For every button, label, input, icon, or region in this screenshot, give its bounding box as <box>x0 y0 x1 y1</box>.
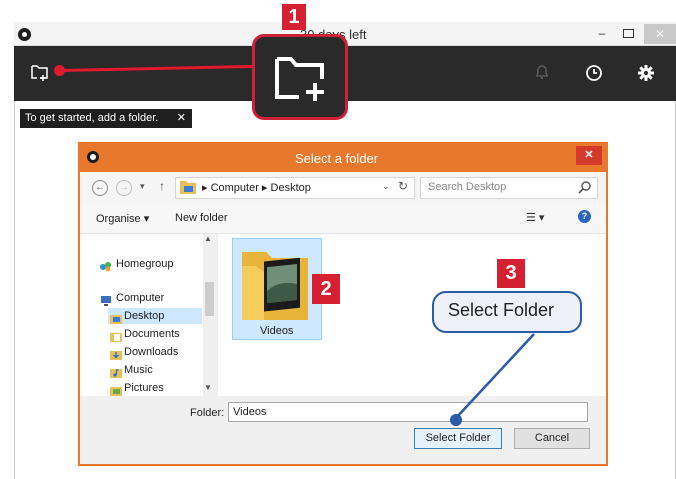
close-button[interactable]: ✕ <box>644 24 676 44</box>
gear-icon[interactable] <box>635 62 657 84</box>
select-folder-callout-text: Select Folder <box>448 300 555 320</box>
folder-icon[interactable] <box>240 246 312 329</box>
nav-scroll-up-button[interactable]: ▲ <box>204 234 212 243</box>
sidebar-item-downloads[interactable]: Downloads <box>124 346 178 358</box>
screenshot-stage: 30 days left – ✕ 1 To get started, add a… <box>0 0 676 479</box>
back-button[interactable]: ← <box>92 180 108 196</box>
sidebar-item-computer[interactable]: Computer <box>116 292 164 304</box>
address-dropdown-button[interactable]: ⌄ <box>382 181 390 192</box>
select-folder-button[interactable]: Select Folder <box>414 428 502 449</box>
dialog-logo-icon <box>87 151 99 163</box>
address-path: ▸ Computer ▸ Desktop <box>202 182 311 194</box>
music-icon <box>110 365 122 378</box>
sidebar-item-homegroup[interactable]: Homegroup <box>116 258 173 270</box>
view-options-button[interactable]: ☰ ▾ <box>526 211 544 224</box>
tooltip-text: To get started, add a folder. <box>25 112 159 124</box>
search-placeholder: Search Desktop <box>428 181 507 193</box>
sidebar-item-desktop[interactable]: Desktop <box>124 310 164 322</box>
sidebar-item-documents[interactable]: Documents <box>124 328 180 340</box>
computer-icon <box>100 293 111 306</box>
add-folder-icon[interactable] <box>30 62 50 82</box>
homegroup-icon <box>100 259 111 272</box>
history-icon[interactable] <box>583 62 605 84</box>
step-badge-2: 2 <box>312 274 340 304</box>
step-badge-3: 3 <box>497 259 525 288</box>
maximize-button[interactable] <box>617 26 639 42</box>
pictures-icon <box>110 383 122 396</box>
dialog-title: Select a folder <box>295 151 379 166</box>
folder-label: Folder: <box>190 407 225 419</box>
sidebar-item-pictures[interactable]: Pictures <box>124 382 164 394</box>
app-border-left <box>14 101 15 479</box>
desktop-icon <box>110 311 122 324</box>
nav-scroll-down-button[interactable]: ▼ <box>204 383 212 392</box>
recent-locations-button[interactable]: ▾ <box>140 181 145 192</box>
tooltip: To get started, add a folder. ✕ <box>20 109 192 128</box>
downloads-icon <box>110 347 122 360</box>
new-folder-button[interactable]: New folder <box>175 212 228 224</box>
organise-button[interactable]: Organise ▾ <box>96 212 149 225</box>
desktop-folder-icon <box>180 181 196 194</box>
minimize-button[interactable]: – <box>591 26 613 42</box>
cancel-button[interactable]: Cancel <box>514 428 590 449</box>
sidebar-item-music[interactable]: Music <box>124 364 153 376</box>
step-badge-1: 1 <box>282 4 306 30</box>
forward-button[interactable]: → <box>116 180 132 196</box>
callout-connector-dot <box>54 65 65 76</box>
help-icon[interactable]: ? <box>578 210 591 223</box>
up-button[interactable]: ↑ <box>159 179 165 193</box>
bell-icon[interactable] <box>532 62 552 82</box>
refresh-button[interactable]: ↻ <box>398 179 408 193</box>
dialog-close-button[interactable]: ✕ <box>576 146 602 165</box>
folder-name-field[interactable]: Videos <box>228 402 588 422</box>
nav-scrollbar-thumb[interactable] <box>205 282 214 316</box>
file-name-videos: Videos <box>260 325 294 337</box>
tooltip-close-button[interactable]: ✕ <box>177 109 186 128</box>
documents-icon <box>110 329 122 342</box>
app-logo-icon <box>18 28 31 41</box>
add-folder-callout <box>252 34 348 120</box>
search-icon[interactable] <box>578 180 592 194</box>
